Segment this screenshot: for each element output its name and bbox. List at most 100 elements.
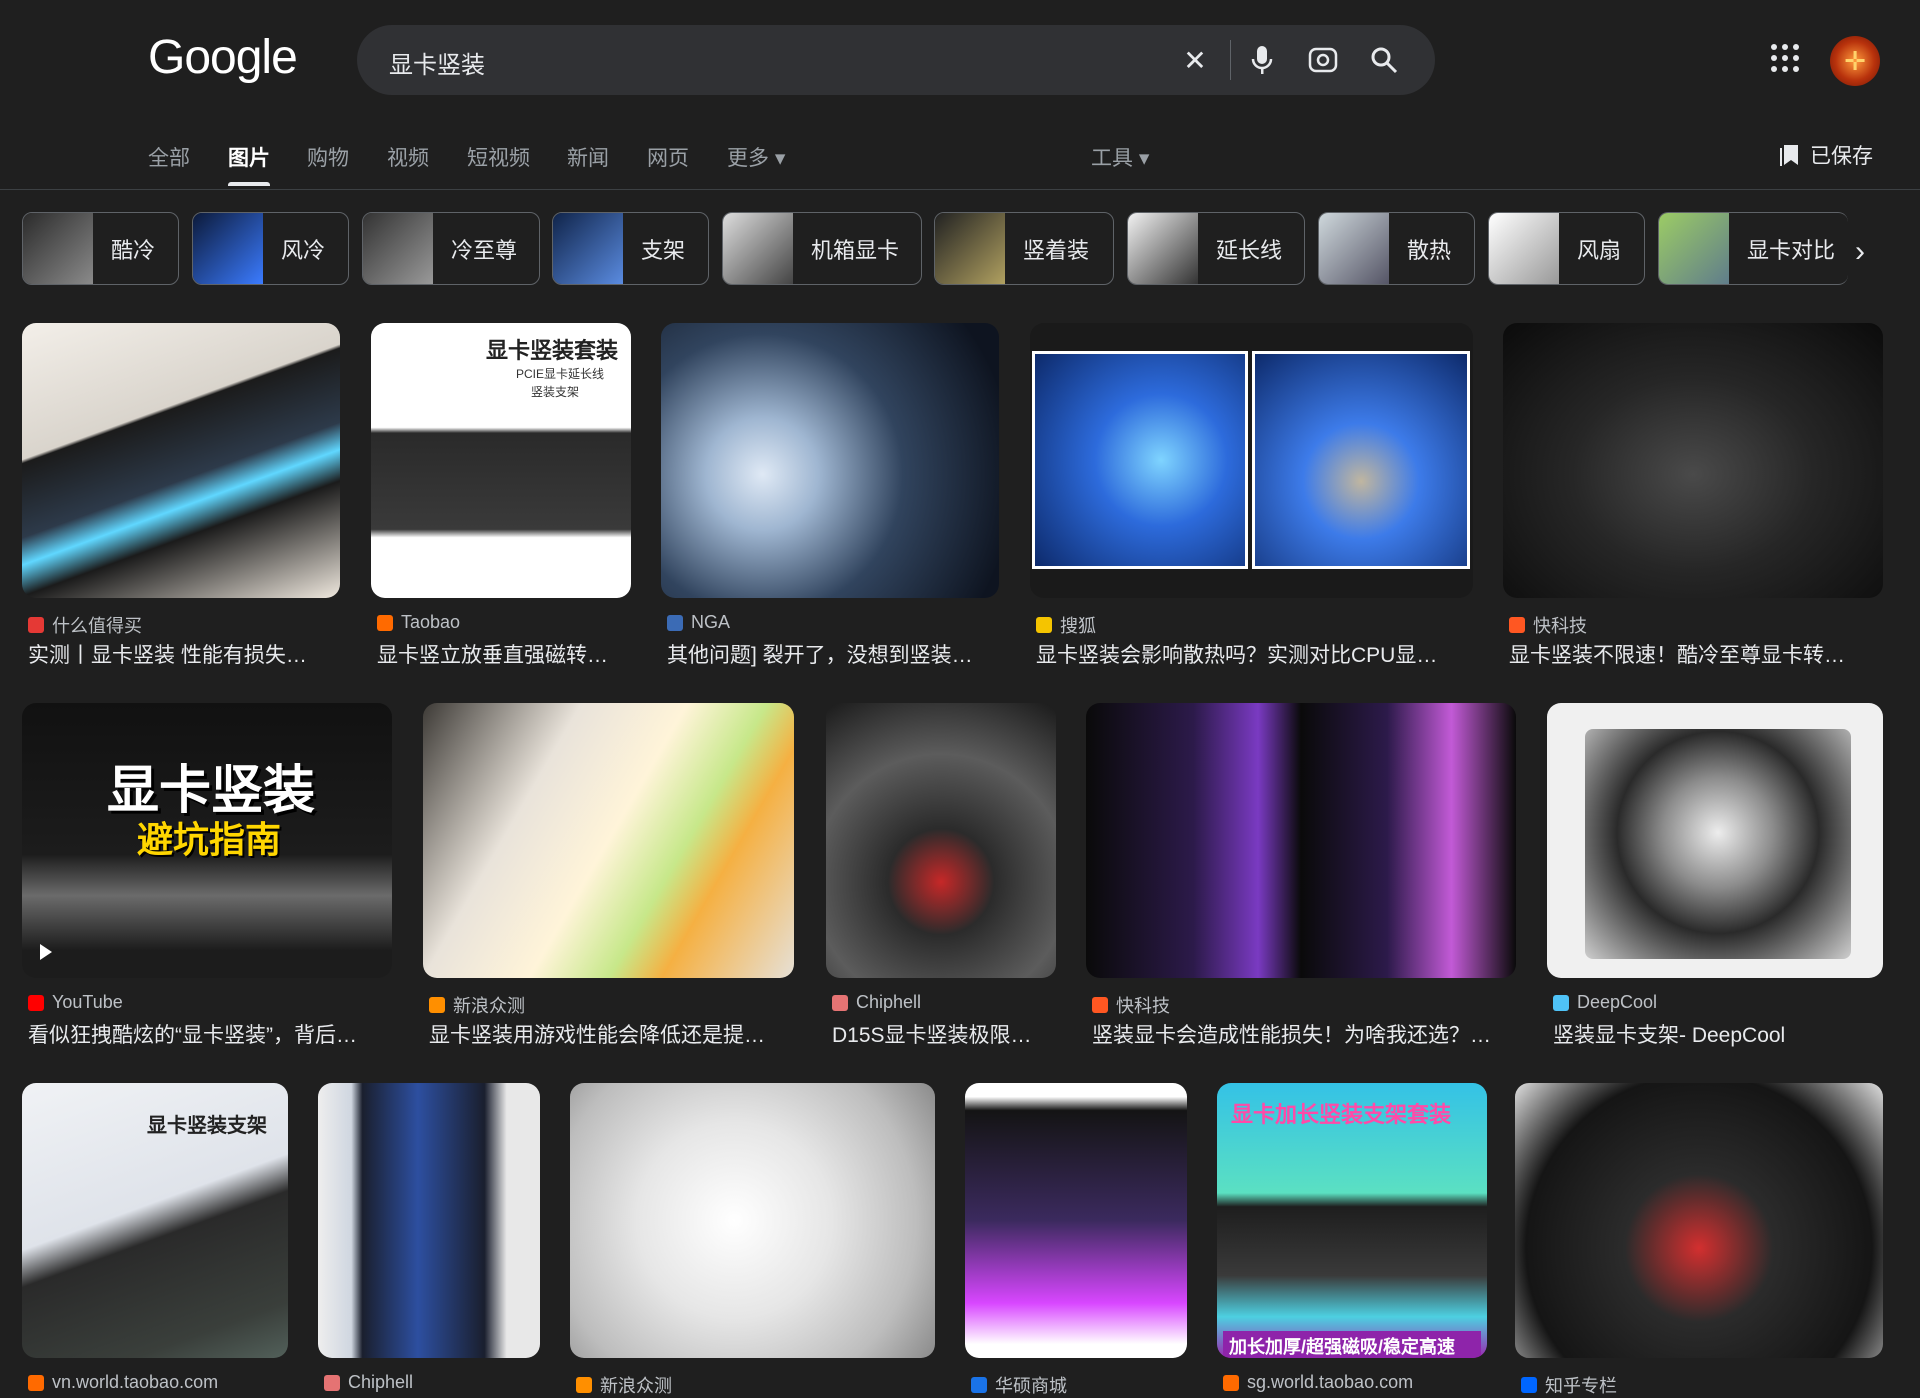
result-source[interactable]: 知乎专栏: [1521, 1372, 1617, 1398]
tools-button[interactable]: 工具 ▾: [1091, 142, 1149, 172]
chevron-right-icon[interactable]: ›: [1855, 235, 1865, 269]
result-title[interactable]: 显卡竖装不限速！酷冷至尊显卡转…: [1509, 639, 1881, 669]
result-source[interactable]: 快科技: [1092, 992, 1170, 1018]
result-image[interactable]: [1515, 1083, 1883, 1358]
result-image[interactable]: [826, 703, 1056, 978]
result-image[interactable]: [423, 703, 794, 978]
tab-shopping[interactable]: 购物: [307, 142, 349, 172]
result-source[interactable]: 什么值得买: [28, 612, 142, 638]
result-image[interactable]: 显卡竖装支架: [22, 1083, 288, 1358]
result-title[interactable]: 显卡竖装会影响散热吗？实测对比CPU显…: [1036, 639, 1471, 669]
chip-4[interactable]: 机箱显卡: [722, 212, 922, 285]
result-title[interactable]: 看似狂拽酷炫的“显卡竖装”，背后…: [28, 1019, 390, 1049]
tab-images[interactable]: 图片: [228, 142, 270, 186]
result-source[interactable]: 新浪众测: [429, 992, 525, 1018]
result-source[interactable]: YouTube: [28, 992, 123, 1013]
result-image[interactable]: 显卡竖装 避坑指南: [22, 703, 392, 978]
account-avatar[interactable]: ✛: [1830, 36, 1880, 86]
google-logo[interactable]: Google: [148, 30, 298, 85]
search-box[interactable]: 显卡竖装 ✕: [357, 25, 1435, 95]
result-source[interactable]: 搜狐: [1036, 612, 1096, 638]
result-title[interactable]: 实测丨显卡竖装 性能有损失…: [28, 639, 338, 669]
result-title[interactable]: 竖装显卡会造成性能损失！为啥我还选？…: [1092, 1019, 1514, 1049]
result-source[interactable]: sg.world.taobao.com: [1223, 1372, 1413, 1393]
image-overlay-text: 显卡加长竖装支架套装: [1231, 1102, 1452, 1127]
result-image[interactable]: 显卡竖装套装 PCIE显卡延长线 竖装支架: [371, 323, 631, 598]
result-title[interactable]: 竖装显卡支架- DeepCool: [1553, 1019, 1881, 1049]
search-input[interactable]: 显卡竖装: [389, 45, 485, 80]
result-image[interactable]: [570, 1083, 935, 1358]
favicon-icon: [377, 614, 393, 631]
result-source[interactable]: Chiphell: [324, 1372, 413, 1393]
favicon-icon: [1223, 1374, 1239, 1391]
saved-button[interactable]: 已保存: [1780, 140, 1873, 170]
result-source[interactable]: NGA: [667, 612, 730, 633]
result-image[interactable]: [22, 323, 340, 598]
result-title[interactable]: 显卡竖装用游戏性能会降低还是提…: [429, 1019, 792, 1049]
image-overlay-text: 避坑指南: [137, 819, 282, 860]
chip-thumbnail: [1319, 213, 1389, 284]
chip-3[interactable]: 支架: [552, 212, 709, 285]
chip-thumbnail: [553, 213, 623, 284]
apps-grid-icon[interactable]: [1771, 44, 1799, 72]
camera-lens-icon[interactable]: [1305, 42, 1341, 78]
chip-0[interactable]: 酷冷: [22, 212, 179, 285]
image-panel: [1032, 351, 1248, 569]
tab-short-videos[interactable]: 短视频: [467, 142, 530, 172]
chip-thumbnail: [1128, 213, 1198, 284]
result-source[interactable]: Chiphell: [832, 992, 921, 1013]
microphone-icon[interactable]: [1244, 42, 1280, 78]
saved-label: 已保存: [1810, 145, 1873, 168]
result-image[interactable]: [661, 323, 999, 598]
result-source[interactable]: DeepCool: [1553, 992, 1657, 1013]
result-image[interactable]: [318, 1083, 540, 1358]
search-icon[interactable]: [1366, 42, 1402, 78]
tab-web[interactable]: 网页: [647, 142, 689, 172]
header-bar: Google 显卡竖装 ✕ ✛: [0, 0, 1920, 120]
related-chips: 酷冷 风冷 冷至尊 支架 机箱显卡 竖着装 延长线 散热 风扇 显卡对比: [22, 212, 1902, 285]
chip-6[interactable]: 延长线: [1127, 212, 1305, 285]
result-source[interactable]: vn.world.taobao.com: [28, 1372, 218, 1393]
play-icon: [40, 944, 52, 960]
chip-5[interactable]: 竖着装: [934, 212, 1114, 285]
result-title[interactable]: 显卡竖立放垂直强磁转…: [377, 639, 629, 669]
chip-7[interactable]: 散热: [1318, 212, 1475, 285]
chip-thumbnail: [935, 213, 1005, 284]
chip-label: 机箱显卡: [811, 237, 900, 263]
result-image[interactable]: [1086, 703, 1516, 978]
favicon-icon: [1036, 617, 1052, 633]
chip-thumbnail: [193, 213, 263, 284]
result-image[interactable]: [1547, 703, 1883, 978]
chip-thumbnail: [1489, 213, 1559, 284]
chip-8[interactable]: 风扇: [1488, 212, 1645, 285]
tab-news[interactable]: 新闻: [567, 142, 609, 172]
search-divider: [1230, 40, 1231, 80]
result-image[interactable]: [1030, 323, 1473, 598]
chip-label: 竖着装: [1023, 237, 1090, 263]
chip-label: 延长线: [1216, 237, 1283, 263]
chip-2[interactable]: 冷至尊: [362, 212, 540, 285]
tab-all[interactable]: 全部: [148, 142, 190, 172]
result-source[interactable]: 华硕商城: [971, 1372, 1067, 1398]
tab-more[interactable]: 更多 ▾: [727, 142, 785, 172]
result-source[interactable]: 新浪众测: [576, 1372, 672, 1398]
result-image[interactable]: [965, 1083, 1187, 1358]
result-title[interactable]: 其他问题] 裂开了，没想到竖装…: [667, 639, 997, 669]
favicon-icon: [28, 994, 44, 1011]
result-image[interactable]: [1503, 323, 1883, 598]
result-title[interactable]: D15S显卡竖装极限…: [832, 1019, 1054, 1049]
favicon-icon: [1509, 617, 1525, 633]
chip-label: 冷至尊: [451, 237, 518, 263]
image-overlay-text: PCIE显卡延长线: [516, 367, 605, 381]
favicon-icon: [324, 1374, 340, 1391]
result-source[interactable]: 快科技: [1509, 612, 1587, 638]
chip-9[interactable]: 显卡对比: [1658, 212, 1848, 285]
image-overlay-text: 显卡竖装套装: [486, 338, 619, 363]
result-source[interactable]: Taobao: [377, 612, 460, 633]
chip-thumbnail: [23, 213, 93, 284]
result-image[interactable]: 显卡加长竖装支架套装 加长加厚/超强磁吸/稳定高速: [1217, 1083, 1487, 1358]
chip-thumbnail: [1659, 213, 1729, 284]
chip-1[interactable]: 风冷: [192, 212, 349, 285]
tab-videos[interactable]: 视频: [387, 142, 429, 172]
clear-icon[interactable]: ✕: [1177, 42, 1213, 78]
